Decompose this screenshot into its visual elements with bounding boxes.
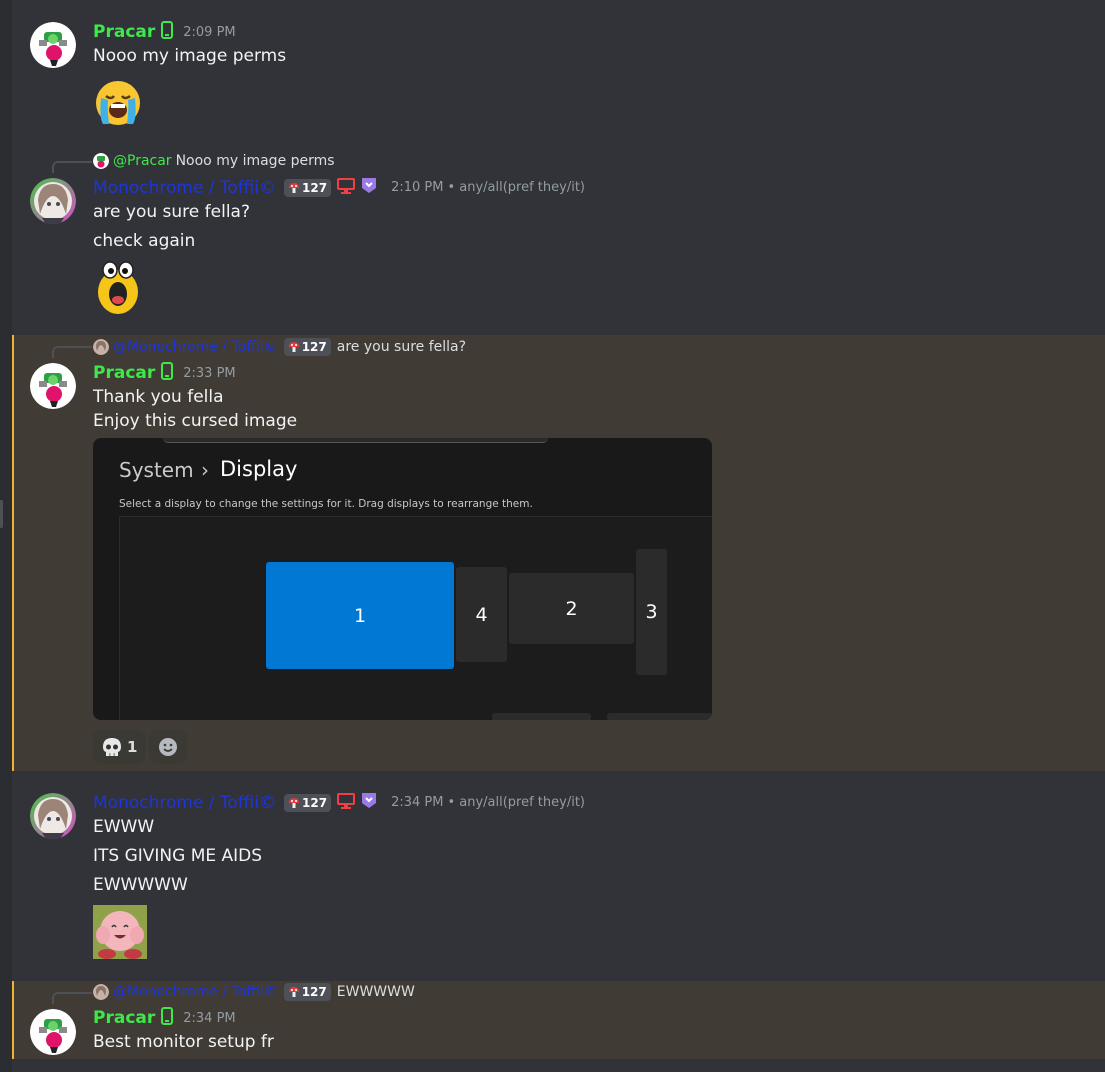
- message-text: Enjoy this cursed image: [93, 411, 298, 431]
- reaction-count: 1: [127, 738, 138, 756]
- reaction-skull[interactable]: 1: [93, 730, 146, 764]
- reply-avatar-pracar: [93, 153, 109, 169]
- mushroom-icon: [288, 342, 299, 352]
- message-text: EWWW: [93, 817, 155, 837]
- username[interactable]: Pracar: [93, 363, 155, 383]
- reply-preview[interactable]: @Monochrome / Toffii© 127 EWWWWW: [93, 983, 415, 1001]
- pronouns: • any/all(pref they/it): [447, 180, 586, 195]
- monitor-2: 2: [509, 573, 634, 644]
- skull-icon: [103, 738, 121, 756]
- twitch-shield-icon: [361, 177, 377, 198]
- message-monochrome-1: @Pracar Nooo my image perms Monochrome /…: [12, 150, 1105, 335]
- breadcrumb-display: Display: [220, 457, 298, 481]
- message-text: Thank you fella: [93, 387, 224, 407]
- pronouns: • any/all(pref they/it): [447, 795, 586, 810]
- timestamp[interactable]: 2:34 PM: [183, 1011, 235, 1026]
- image-attachment[interactable]: System › Display Select a display to cha…: [93, 438, 712, 720]
- mushroom-badge[interactable]: 127: [284, 793, 332, 812]
- mushroom-icon: [289, 182, 299, 193]
- mushroom-badge[interactable]: 127: [283, 983, 331, 1001]
- monitor-1: 1: [266, 562, 454, 669]
- reply-mention[interactable]: @Monochrome / Toffii©: [113, 984, 278, 1000]
- loudly-crying-emoji-icon[interactable]: [93, 78, 143, 130]
- reply-spine: [52, 161, 92, 173]
- channel-sidebar-edge: [0, 0, 12, 1072]
- reply-mention[interactable]: @Pracar: [113, 153, 172, 169]
- username[interactable]: Pracar: [93, 1008, 155, 1028]
- username[interactable]: Monochrome / Toffii©: [93, 178, 276, 198]
- mobile-phone-icon: [161, 362, 174, 384]
- avatar-pracar[interactable]: [30, 1009, 76, 1055]
- message-pracar-3: @Monochrome / Toffii© 127 EWWWWW Pracar …: [12, 981, 1105, 1059]
- reply-avatar-monochrome: [93, 984, 109, 1000]
- monitor-3: 3: [636, 549, 667, 675]
- monitor-4: 4: [456, 567, 507, 662]
- smiley-add-icon: [159, 738, 178, 756]
- message-text: ITS GIVING ME AIDS: [93, 846, 263, 866]
- kirby-face-sticker-icon[interactable]: [93, 905, 147, 963]
- shocked-yellow-emoji-icon[interactable]: [93, 260, 143, 320]
- timestamp[interactable]: 2:33 PM: [183, 366, 235, 381]
- message-header: Pracar 2:09 PM: [93, 21, 236, 43]
- desktop-monitor-icon: [337, 792, 356, 813]
- mobile-phone-icon: [161, 21, 174, 43]
- avatar-monochrome[interactable]: [30, 793, 76, 839]
- display-description: Select a display to change the settings …: [119, 498, 533, 510]
- button-stub: [607, 713, 712, 720]
- message-header: Pracar 2:33 PM: [93, 362, 236, 384]
- mushroom-icon: [289, 797, 299, 808]
- message-monochrome-2: Monochrome / Toffii© 127 2:34 PM • any/a…: [12, 771, 1105, 981]
- reply-avatar-monochrome: [93, 339, 109, 355]
- sidebar-resize-handle[interactable]: [0, 500, 3, 528]
- desktop-monitor-icon: [337, 177, 356, 198]
- timestamp[interactable]: 2:34 PM: [391, 795, 443, 810]
- message-text: EWWWWW: [93, 875, 188, 895]
- avatar-pracar[interactable]: [30, 22, 76, 68]
- reply-text: are you sure fella?: [336, 339, 467, 355]
- message-header: Pracar 2:34 PM: [93, 1007, 236, 1029]
- avatar-pracar[interactable]: [30, 363, 76, 409]
- reply-preview[interactable]: @Pracar Nooo my image perms: [93, 153, 335, 169]
- timestamp[interactable]: 2:10 PM: [391, 180, 443, 195]
- reply-spine: [52, 992, 92, 1004]
- message-header: Monochrome / Toffii© 127 2:10 PM • any/a…: [93, 177, 585, 198]
- username[interactable]: Pracar: [93, 22, 155, 42]
- timestamp[interactable]: 2:09 PM: [183, 25, 235, 40]
- reply-mention[interactable]: @Monochrome / Toffii©: [113, 339, 278, 355]
- breadcrumb-system: System: [119, 458, 194, 482]
- username[interactable]: Monochrome / Toffii©: [93, 793, 276, 813]
- button-stub: [492, 713, 591, 720]
- avatar-monochrome[interactable]: [30, 178, 76, 224]
- mushroom-badge[interactable]: 127: [284, 178, 332, 197]
- message-header: Monochrome / Toffii© 127 2:34 PM • any/a…: [93, 792, 585, 813]
- message-text: Nooo my image perms: [93, 46, 287, 66]
- reply-spine: [52, 346, 92, 358]
- chevron-right-icon: ›: [201, 458, 209, 482]
- mushroom-icon: [288, 987, 299, 997]
- message-text: are you sure fella?: [93, 202, 250, 222]
- reply-preview[interactable]: @Monochrome / Toffii© 127 are you sure f…: [93, 338, 466, 356]
- mushroom-badge[interactable]: 127: [283, 338, 331, 356]
- reply-text: Nooo my image perms: [175, 153, 335, 169]
- message-pracar-2: @Monochrome / Toffii© 127 are you sure f…: [12, 335, 1105, 771]
- add-reaction-button[interactable]: [149, 730, 188, 764]
- message-text: check again: [93, 231, 196, 251]
- reaction-bar: 1: [93, 730, 188, 764]
- message-pracar-1: Pracar 2:09 PM Nooo my image perms: [12, 0, 1105, 150]
- window-top-edge: [163, 438, 548, 443]
- twitch-shield-icon: [361, 792, 377, 813]
- message-text: Best monitor setup fr: [93, 1032, 274, 1052]
- mobile-phone-icon: [161, 1007, 174, 1029]
- reply-text: EWWWWW: [336, 984, 415, 1000]
